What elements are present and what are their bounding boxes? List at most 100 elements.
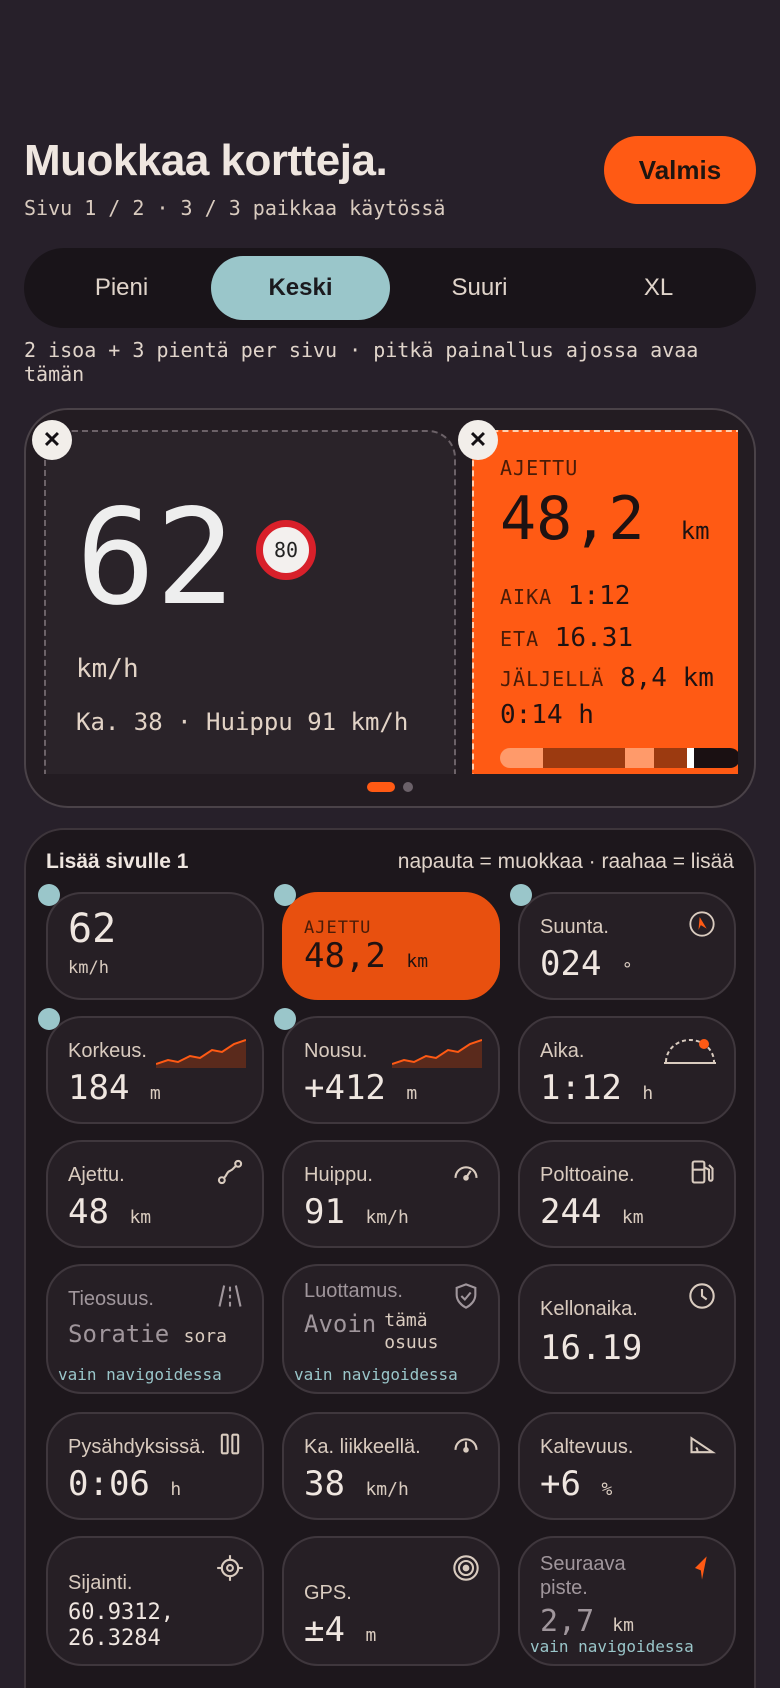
tile-fuel-value: 244 km [540,1192,644,1232]
fuel-pump-icon [688,1158,716,1186]
trip-eta-row: ETA 16.31 [500,623,634,653]
only-navigating-note: vain navigoidessa [530,1637,694,1656]
add-to-page-panel: Lisää sivulle 1 napauta = muokkaa · raah… [24,828,756,1688]
route-icon [216,1158,244,1186]
tile-time-value: 1:12 h [540,1068,654,1108]
target-icon [452,1554,480,1582]
tile-grade[interactable]: Kaltevuus. +6 % [518,1412,736,1520]
done-button[interactable]: Valmis [604,136,756,204]
page-dot[interactable] [403,782,413,792]
tile-location-label: Sijainti. [68,1572,133,1594]
tile-speed[interactable]: 62 km/h [46,892,264,1000]
only-navigating-note: vain navigoidessa [294,1365,458,1384]
tile-fuel[interactable]: Polttoaine. 244 km [518,1140,736,1248]
tile-clock[interactable]: Kellonaika. 16.19 [518,1264,736,1394]
selected-indicator [510,884,532,906]
tile-peak[interactable]: Huippu. 91 km/h [282,1140,500,1248]
tile-grade-label: Kaltevuus. [540,1436,634,1458]
page-indicator [26,782,754,792]
tile-avg-moving-label: Ka. liikkeellä. [304,1436,421,1458]
size-option-large[interactable]: Suuri [390,256,569,320]
tile-location[interactable]: Sijainti. 60.9312, 26.3284 [46,1536,264,1666]
road-icon [216,1282,244,1310]
time-arc-icon [664,1039,716,1064]
size-option-medium[interactable]: Keski [211,256,390,320]
tile-next-point-value: 2,7 km [540,1604,634,1639]
tile-time[interactable]: Aika. 1:12 h [518,1016,736,1124]
tile-trust-label: Luottamus. [304,1280,403,1302]
tile-driven-value: 48 km [68,1192,152,1232]
tile-gps[interactable]: GPS. ±4 m [282,1536,500,1666]
tile-road[interactable]: Tieosuus. Soratie sora vain navigoidessa [46,1264,264,1394]
trip-card-preview[interactable]: AJETTU 48,2 km AIKA 1:12 ETA 16.31 JÄLJE… [472,430,738,774]
slope-icon [688,1430,716,1458]
tile-trust-value: Avoin tämä osuus [304,1310,439,1353]
add-panel-hint: napauta = muokkaa · raahaa = lisää [397,850,734,873]
tile-trip[interactable]: AJETTU 48,2 km [282,892,500,1000]
clock-icon [688,1282,716,1310]
tile-trip-value: 48,2 km [304,936,429,976]
page-dot-active[interactable] [367,782,395,792]
tile-gps-label: GPS. [304,1582,352,1604]
compass-icon [688,910,716,938]
climb-sparkline-icon [392,1039,482,1068]
speed-unit: km/h [76,654,139,684]
tile-climb-value: +412 m [304,1068,418,1108]
tile-altitude-label: Korkeus. [68,1040,147,1062]
selected-indicator [274,884,296,906]
tile-altitude[interactable]: Korkeus. 184 m [46,1016,264,1124]
remove-speed-card-icon[interactable]: ✕ [32,420,72,460]
tile-speed-value: 62 [68,906,117,952]
speed-card-preview[interactable]: 62 80 km/h Ka. 38 · Huippu 91 km/h [44,430,456,774]
tile-peak-label: Huippu. [304,1164,373,1186]
navigation-arrow-icon [688,1554,716,1582]
size-hint: 2 isoa + 3 pientä per sivu · pitkä paina… [24,338,699,386]
trip-label: AJETTU [500,456,579,480]
tile-clock-value: 16.19 [540,1328,643,1368]
speed-value: 62 [76,481,235,635]
tile-speed-unit: km/h [68,958,109,978]
selected-indicator [274,1008,296,1030]
page-preview: 62 80 km/h Ka. 38 · Huippu 91 km/h AJETT… [24,408,756,808]
tile-location-value: 60.9312, 26.3284 [68,1600,174,1651]
page-subtitle: Sivu 1 / 2 · 3 / 3 paikkaa käytössä [24,196,446,220]
tile-climb[interactable]: Nousu. +412 m [282,1016,500,1124]
tile-clock-label: Kellonaika. [540,1298,638,1320]
tile-road-label: Tieosuus. [68,1288,154,1310]
shield-icon [452,1282,480,1310]
page-title: Muokkaa kortteja. [24,136,388,185]
altitude-sparkline-icon [156,1039,246,1068]
tile-gps-value: ±4 m [304,1610,377,1650]
tile-time-label: Aika. [540,1040,585,1062]
add-panel-title: Lisää sivulle 1 [46,850,189,873]
tile-stopped[interactable]: Pysähdyksissä. 0:06 h [46,1412,264,1520]
tile-next-point[interactable]: Seuraava piste. 2,7 km vain navigoidessa [518,1536,736,1666]
tile-heading-value: 024 ° [540,944,633,984]
trip-remaining-row: JÄLJELLÄ 8,4 km 0:14 h [500,663,714,730]
tile-avg-moving-value: 38 km/h [304,1464,409,1504]
tile-climb-label: Nousu. [304,1040,368,1062]
tile-grade-value: +6 % [540,1464,613,1504]
tile-avg-moving[interactable]: Ka. liikkeellä. 38 km/h [282,1412,500,1520]
only-navigating-note: vain navigoidessa [58,1365,222,1384]
size-option-small[interactable]: Pieni [32,256,211,320]
gauge-icon [452,1158,480,1186]
tile-altitude-value: 184 m [68,1068,161,1108]
gauge-icon [452,1430,480,1458]
tile-driven[interactable]: Ajettu. 48 km [46,1140,264,1248]
selected-indicator [38,1008,60,1030]
size-selector: Pieni Keski Suuri XL [24,248,756,328]
size-option-xl[interactable]: XL [569,256,748,320]
selected-indicator [38,884,60,906]
tile-trust[interactable]: Luottamus. Avoin tämä osuus vain navigoi… [282,1264,500,1394]
speed-limit-sign: 80 [256,520,316,580]
tile-fuel-label: Polttoaine. [540,1164,635,1186]
pause-icon [216,1430,244,1458]
tile-road-value: Soratie sora [68,1320,227,1348]
tile-heading[interactable]: Suunta. 024 ° [518,892,736,1000]
trip-value: 48,2 km [500,484,710,554]
tile-driven-label: Ajettu. [68,1164,125,1186]
tile-trip-label: AJETTU [304,918,372,938]
trip-time-row: AIKA 1:12 [500,581,631,611]
remove-trip-card-icon[interactable]: ✕ [458,420,498,460]
